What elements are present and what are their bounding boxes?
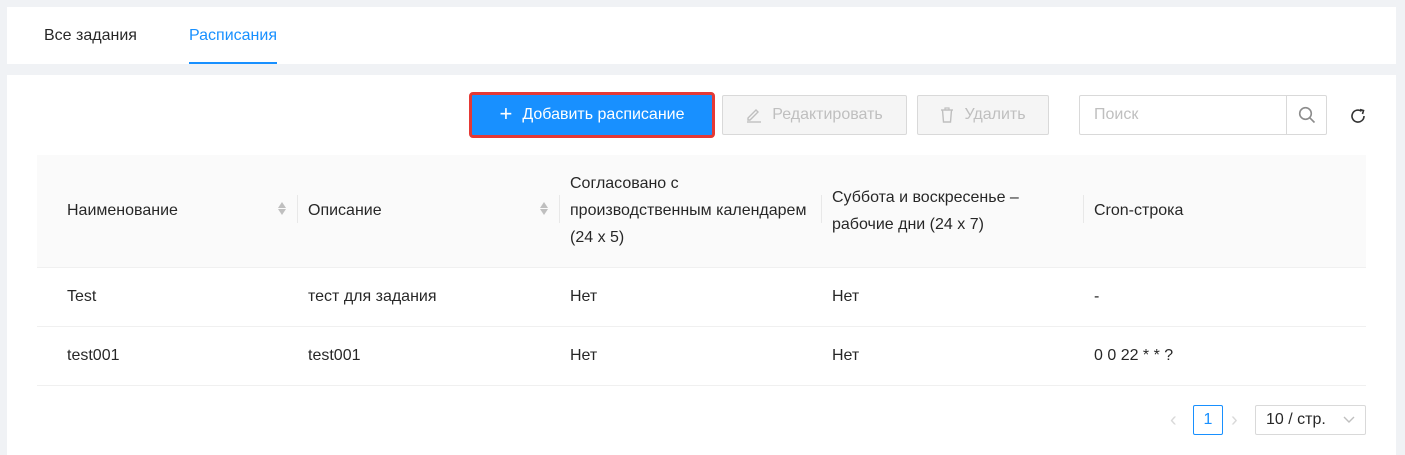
- reload-icon: [1351, 108, 1365, 123]
- add-schedule-label: Добавить расписание: [522, 106, 685, 123]
- edit-icon: [746, 107, 762, 123]
- cell-calendar: Нет: [560, 326, 822, 386]
- search-button[interactable]: [1286, 96, 1326, 134]
- cell-cron: -: [1084, 267, 1366, 327]
- sort-icon: [540, 202, 548, 215]
- column-header-label: Наименование: [67, 202, 178, 220]
- reload-button[interactable]: [1347, 105, 1369, 127]
- schedules-table: Наименование Описание Согласовано с прои…: [37, 155, 1366, 386]
- sort-icon: [278, 202, 286, 215]
- chevron-right-icon: ›: [1231, 408, 1238, 431]
- delete-button[interactable]: Удалить: [917, 95, 1049, 135]
- edit-button[interactable]: Редактировать: [722, 95, 907, 135]
- delete-label: Удалить: [964, 106, 1026, 123]
- search-icon: [1298, 106, 1315, 124]
- column-header-weekends: Суббота и воскресенье – рабочие дни (24 …: [822, 155, 1084, 268]
- next-page-button[interactable]: ›: [1231, 405, 1238, 435]
- tab-all-tasks[interactable]: Все задания: [44, 27, 137, 64]
- prev-page-button[interactable]: ‹: [1170, 405, 1177, 435]
- column-header-label: Cron-строка: [1094, 202, 1184, 220]
- cell-cron: 0 0 22 * * ?: [1084, 326, 1366, 386]
- cell-weekends: Нет: [822, 326, 1084, 386]
- page-size-value: 10 / стр.: [1266, 411, 1326, 428]
- column-header-cron: Cron-строка: [1084, 155, 1366, 268]
- column-header-label: Суббота и воскресенье – рабочие дни (24 …: [832, 188, 1019, 233]
- table-row[interactable]: Test тест для задания Нет Нет -: [37, 267, 1366, 327]
- cell-name: test001: [37, 326, 298, 386]
- search-input[interactable]: [1080, 96, 1286, 134]
- schedules-panel: + Добавить расписание Редактировать Удал…: [7, 75, 1396, 455]
- cell-description: тест для задания: [298, 267, 560, 327]
- page-size-select[interactable]: 10 / стр.: [1255, 405, 1366, 435]
- page-1-button[interactable]: 1: [1193, 405, 1223, 435]
- cell-description: test001: [298, 326, 560, 386]
- tabs-bar: Все задания Расписания: [7, 7, 1396, 64]
- table-row[interactable]: test001 test001 Нет Нет 0 0 22 * * ?: [37, 326, 1366, 386]
- chevron-down-icon: [1343, 411, 1355, 429]
- column-header-label: Согласовано с производственным календаре…: [570, 175, 807, 247]
- cell-weekends: Нет: [822, 267, 1084, 327]
- column-header-calendar: Согласовано с производственным календаре…: [560, 155, 822, 268]
- column-header-label: Описание: [308, 202, 382, 220]
- chevron-left-icon: ‹: [1170, 408, 1177, 431]
- tab-schedules[interactable]: Расписания: [189, 27, 277, 64]
- cell-calendar: Нет: [560, 267, 822, 327]
- cell-name: Test: [37, 267, 298, 327]
- column-header-name[interactable]: Наименование: [37, 155, 298, 268]
- add-schedule-button[interactable]: + Добавить расписание: [469, 92, 715, 138]
- trash-icon: [940, 107, 954, 123]
- plus-icon: +: [499, 100, 513, 126]
- edit-label: Редактировать: [772, 106, 883, 123]
- column-header-description[interactable]: Описание: [298, 155, 560, 268]
- table-header-row: Наименование Описание Согласовано с прои…: [37, 155, 1366, 268]
- search-box: [1079, 95, 1327, 135]
